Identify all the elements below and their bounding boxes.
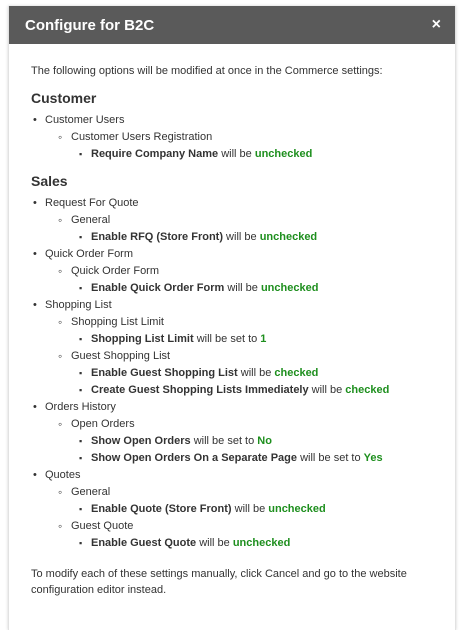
group-item: Request For Quote General Enable RFQ (Stor…	[31, 195, 433, 246]
option-item: Enable Guest Quote will be unchecked	[77, 535, 433, 552]
option-name: Show Open Orders On a Separate Page	[91, 452, 298, 464]
section-title: Sales	[31, 173, 68, 189]
group-list: Customer Users Customer Users Registratio…	[31, 112, 433, 163]
option-action: will be	[308, 384, 346, 396]
subgroup-label: Quick Order Form	[71, 265, 160, 277]
option-action: will be set to	[190, 435, 258, 447]
option-value: 1	[260, 333, 267, 345]
subgroup-list: Open Orders Show Open Orders will be set …	[45, 416, 433, 467]
option-item: Enable Guest Shopping List will be check…	[77, 365, 433, 382]
group-item: Customer Users Customer Users Registratio…	[31, 112, 433, 163]
subgroup-item: Customer Users Registration Require Compa…	[57, 129, 433, 163]
configure-dialog: Configure for B2C × The following option…	[8, 6, 456, 630]
subgroup-label: Shopping List Limit	[71, 316, 164, 328]
subgroup-item: General Enable Quote (Store Front) will b…	[57, 484, 433, 518]
option-item: Show Open Orders will be set to No	[77, 433, 433, 450]
option-value: unchecked	[268, 503, 326, 515]
subgroup-item: Quick Order Form Enable Quick Order Form …	[57, 263, 433, 297]
option-name: Show Open Orders	[91, 435, 191, 447]
subgroup-item: Open Orders Show Open Orders will be set …	[57, 416, 433, 467]
subgroup-list: General Enable RFQ (Store Front) will be …	[45, 212, 433, 246]
subgroup-label: General	[71, 486, 111, 498]
option-action: will be	[231, 503, 269, 515]
dialog-header: Configure for B2C ×	[9, 6, 455, 44]
group-label: Orders History	[45, 401, 116, 413]
subgroup-item: General Enable RFQ (Store Front) will be …	[57, 212, 433, 246]
option-name: Enable Guest Shopping List	[91, 367, 238, 379]
settings-sections: Customer Customer Users Customer Users Reg…	[31, 90, 433, 552]
option-value: unchecked	[260, 282, 319, 294]
subgroup-label: Guest Shopping List	[71, 350, 171, 362]
option-action: will be set to	[193, 333, 261, 345]
option-action: will be	[223, 231, 260, 243]
group-list: Request For Quote General Enable RFQ (Stor…	[31, 195, 433, 552]
option-list: Enable RFQ (Store Front) will be uncheck…	[71, 229, 433, 246]
group-label: Shopping List	[45, 299, 112, 311]
option-list: Enable Guest Quote will be unchecked	[71, 535, 433, 552]
dialog-body: The following options will be modified a…	[9, 44, 455, 598]
group-label: Customer Users	[45, 114, 125, 126]
group-item: Quotes General Enable Quote (Store Front) …	[31, 467, 433, 552]
subgroup-list: Quick Order Form Enable Quick Order Form …	[45, 263, 433, 297]
option-name: Enable Guest Quote	[91, 537, 197, 549]
section-title: Customer	[31, 90, 97, 106]
option-name: Enable Quick Order Form	[91, 282, 225, 294]
group-label: Quotes	[45, 469, 81, 481]
subgroup-label: Customer Users Registration	[71, 131, 213, 143]
close-icon[interactable]: ×	[432, 17, 441, 33]
option-action: will be set to	[297, 452, 364, 464]
option-list: Enable Guest Shopping List will be check…	[71, 365, 433, 399]
option-list: Require Company Name will be unchecked	[71, 146, 433, 163]
option-value: checked	[274, 367, 319, 379]
option-value: No	[257, 435, 272, 447]
option-item: Shopping List Limit will be set to 1	[77, 331, 433, 348]
option-action: will be	[218, 148, 255, 160]
dialog-title: Configure for B2C	[25, 16, 155, 34]
intro-text: The following options will be modified a…	[31, 65, 383, 77]
option-name: Enable Quote (Store Front)	[91, 503, 232, 515]
option-value: unchecked	[232, 537, 291, 549]
subgroup-item: Guest Shopping List Enable Guest Shopping…	[57, 348, 433, 399]
option-action: will be	[196, 537, 233, 549]
option-name: Enable RFQ (Store Front)	[91, 231, 223, 243]
subgroup-item: Shopping List LimitShopping List Limit w…	[57, 314, 433, 348]
option-value: Yes	[363, 452, 383, 464]
option-value: unchecked	[254, 148, 313, 160]
option-name: Create Guest Shopping Lists Immediately	[91, 384, 309, 396]
option-list: Enable Quote (Store Front) will be unche…	[71, 501, 433, 518]
group-item: Quick Order Form Quick Order Form Enable Q…	[31, 246, 433, 297]
subgroup-label: Guest Quote	[71, 520, 134, 532]
option-action: will be	[224, 282, 261, 294]
option-action: will be	[237, 367, 275, 379]
option-list: Show Open Orders will be set to NoShow O…	[71, 433, 433, 467]
subgroup-list: Shopping List LimitShopping List Limit w…	[45, 314, 433, 399]
option-name: Require Company Name	[91, 148, 219, 160]
group-item: Orders History Open Orders Show Open Order…	[31, 399, 433, 467]
subgroup-list: Customer Users Registration Require Compa…	[45, 129, 433, 163]
option-item: Enable Quick Order Form will be unchecke…	[77, 280, 433, 297]
subgroup-item: Guest Quote Enable Guest Quote will be un…	[57, 518, 433, 552]
group-label: Request For Quote	[45, 197, 139, 209]
option-value: checked	[345, 384, 390, 396]
subgroup-label: Open Orders	[71, 418, 135, 430]
option-item: Enable Quote (Store Front) will be unche…	[77, 501, 433, 518]
group-item: Shopping ListShopping List LimitShopping…	[31, 297, 433, 399]
option-item: Show Open Orders On a Separate Page will…	[77, 450, 433, 467]
option-list: Shopping List Limit will be set to 1	[71, 331, 433, 348]
option-value: unchecked	[259, 231, 318, 243]
option-item: Enable RFQ (Store Front) will be uncheck…	[77, 229, 433, 246]
option-name: Shopping List Limit	[91, 333, 194, 345]
subgroup-list: General Enable Quote (Store Front) will b…	[45, 484, 433, 552]
subgroup-label: General	[71, 214, 111, 226]
group-label: Quick Order Form	[45, 248, 134, 260]
option-item: Require Company Name will be unchecked	[77, 146, 433, 163]
footer-text: To modify each of these settings manuall…	[31, 568, 407, 596]
option-item: Create Guest Shopping Lists Immediately …	[77, 382, 433, 399]
option-list: Enable Quick Order Form will be unchecke…	[71, 280, 433, 297]
